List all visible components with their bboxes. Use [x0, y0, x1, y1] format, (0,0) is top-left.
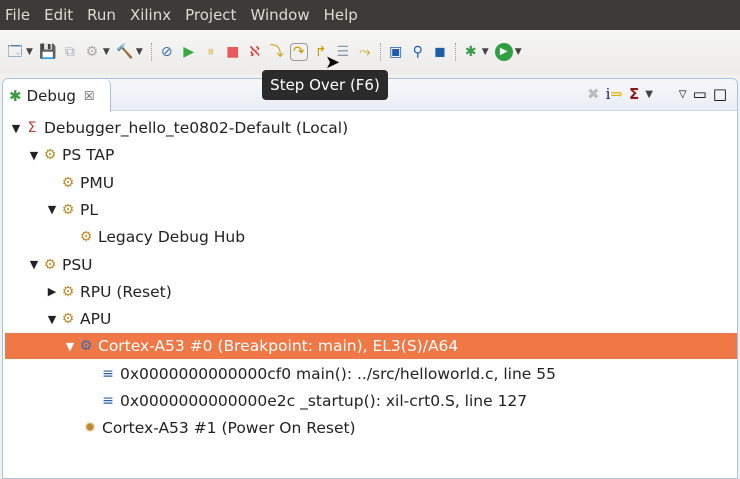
target-icon: ⚙ — [43, 256, 57, 273]
expand-arrow-icon[interactable]: ▼ — [27, 149, 41, 162]
separator — [379, 43, 381, 61]
skip-breakpoints-icon[interactable]: ⊘ — [158, 43, 176, 61]
tree-item-label: PL — [80, 200, 98, 219]
target-icon: ⚙ — [79, 229, 93, 246]
separator — [150, 43, 152, 61]
suspend-icon[interactable]: ⏸ — [202, 43, 220, 61]
menu-run[interactable]: Run — [87, 6, 116, 24]
target-icon: ⚙ — [61, 283, 75, 300]
toolbar: 🗔 ▼ 💾 ⧉ ⚙ ▼ 🔨 ▼ ⊘ ▶ ⏸ ■ ℵ ⤵ ↷ ↱ ☰ ⤳ ▣ ⚲ ◼ ✱… — [0, 30, 740, 74]
settings-icon[interactable]: ⚙ — [83, 43, 101, 61]
tree-item-label: Debugger_hello_te0802-Default (Local) — [44, 119, 349, 137]
connect-icon[interactable]: ⚲ — [409, 43, 427, 61]
console-icon[interactable]: ▣ — [387, 43, 405, 61]
build-dropdown-icon[interactable]: ▼ — [136, 47, 143, 57]
debug-view: ✱ Debug ☒ ✖ i⇒ Σ ▼ ▽ ▭ □ ▼ Σ Debugger_hell… — [2, 78, 738, 479]
new-icon[interactable]: 🗔 — [6, 43, 24, 61]
tree-item[interactable]: ≡ 0x0000000000000e2c _startup(): xil-crt0… — [5, 388, 737, 414]
tree-item[interactable]: ✹ Cortex-A53 #1 (Power On Reset) — [5, 415, 737, 441]
remove-all-terminated-icon[interactable]: ✖ — [587, 85, 600, 103]
expand-arrow-icon[interactable]: ▼ — [9, 122, 23, 135]
settings-dropdown-icon[interactable]: ▼ — [103, 47, 110, 57]
view-menu-dropdown-icon[interactable]: ▼ — [645, 89, 653, 100]
tree-item-label: PS TAP — [62, 146, 115, 165]
menu-help[interactable]: Help — [324, 6, 358, 24]
expand-arrow-icon[interactable]: ▼ — [63, 340, 77, 353]
instruction-stepping-icon[interactable]: i⇒ — [606, 85, 623, 103]
expand-arrow-icon[interactable]: ▼ — [27, 258, 41, 271]
step-over-icon[interactable]: ↷ — [289, 43, 308, 61]
stack-frame-icon: ≡ — [102, 365, 114, 382]
menu-bar: File Edit Run Xilinx Project Window Help — [0, 0, 740, 30]
use-step-filters-icon[interactable]: ⤳ — [356, 43, 374, 61]
xilinx-icon[interactable]: Σ — [629, 85, 639, 103]
menu-edit[interactable]: Edit — [44, 6, 73, 24]
disconnect-icon[interactable]: ℵ — [246, 43, 264, 61]
build-hammer-icon[interactable]: 🔨 — [116, 43, 134, 61]
target-icon: ⚙ — [61, 201, 75, 218]
separator — [454, 43, 456, 61]
tree-item[interactable]: ▶ ⚙ RPU (Reset) — [5, 279, 737, 305]
target-icon: ⚙ — [61, 174, 75, 191]
mouse-cursor-icon: ➤ — [325, 52, 341, 73]
tab-debug[interactable]: ✱ Debug ☒ — [3, 79, 111, 112]
stack-frame-icon: ≡ — [102, 393, 114, 409]
view-menu-icon[interactable]: ▽ — [679, 89, 687, 100]
save-all-icon[interactable]: ⧉ — [61, 43, 79, 61]
menu-xilinx[interactable]: Xilinx — [130, 6, 171, 24]
tree-item-label: APU — [80, 310, 112, 329]
resume-icon[interactable]: ▶ — [180, 43, 198, 61]
terminate-icon[interactable]: ■ — [224, 43, 242, 61]
menu-project[interactable]: Project — [185, 6, 236, 24]
run-dropdown-icon[interactable]: ▼ — [515, 47, 522, 57]
tooltip: Step Over (F6) — [262, 70, 388, 100]
tree-item-label: RPU (Reset) — [80, 282, 172, 301]
tree-item-label: Cortex-A53 #0 (Breakpoint: main), EL3(S)… — [98, 337, 459, 356]
tree-item[interactable]: ⚙ Legacy Debug Hub — [5, 224, 737, 250]
tab-label: Debug — [26, 86, 76, 105]
debug-bug-icon[interactable]: ✱ — [462, 43, 480, 61]
tree-item[interactable]: ▼ ⚙ PL — [5, 197, 737, 223]
tree-item[interactable]: ▼ ⚙ APU — [5, 306, 737, 332]
tree-item-label: Legacy Debug Hub — [98, 228, 246, 247]
tree-item[interactable]: ▼ ⚙ Cortex-A53 #0 (Breakpoint: main), EL3(… — [5, 333, 737, 360]
tree-item-label: PSU — [62, 255, 93, 274]
save-icon[interactable]: 💾 — [39, 43, 57, 61]
thread-suspended-icon: ⚙ — [79, 338, 93, 355]
target-icon: ⚙ — [43, 147, 57, 164]
terminal-icon[interactable]: ◼ — [431, 43, 449, 61]
tree-item[interactable]: ▼ Σ Debugger_hello_te0802-Default (Local) — [5, 115, 737, 141]
menu-window[interactable]: Window — [250, 6, 309, 24]
maximize-icon[interactable]: □ — [713, 85, 727, 103]
expand-arrow-icon[interactable]: ▼ — [45, 313, 59, 326]
tree-item-label: 0x0000000000000cf0 main(): ../src/hellow… — [120, 364, 556, 383]
minimize-icon[interactable]: ▭ — [693, 85, 707, 103]
step-into-icon[interactable]: ⤵ — [268, 43, 286, 61]
tree-item[interactable]: ⚙ PMU — [5, 170, 737, 196]
close-icon[interactable]: ☒ — [84, 89, 95, 103]
debug-dropdown-icon[interactable]: ▼ — [482, 47, 489, 57]
tree-item-label: PMU — [80, 173, 115, 192]
tree-item[interactable]: ▼ ⚙ PS TAP — [5, 142, 737, 168]
bug-icon: ✱ — [9, 86, 22, 105]
tree-item-label: Cortex-A53 #1 (Power On Reset) — [102, 419, 356, 438]
menu-file[interactable]: File — [5, 6, 30, 24]
tcf-icon: Σ — [27, 120, 37, 136]
view-toolbar: ✖ i⇒ Σ ▼ ▽ ▭ □ — [587, 85, 727, 103]
tree-item-label: 0x0000000000000e2c _startup(): xil-crt0.… — [120, 392, 528, 410]
expand-arrow-icon[interactable]: ▼ — [45, 203, 59, 216]
tree-item[interactable]: ≡ 0x0000000000000cf0 main(): ../src/hello… — [5, 361, 737, 387]
tree-item[interactable]: ▼ ⚙ PSU — [5, 252, 737, 278]
thread-icon: ✹ — [84, 420, 96, 437]
run-icon[interactable]: ▶ — [494, 43, 513, 61]
target-icon: ⚙ — [61, 311, 75, 328]
expand-arrow-icon[interactable]: ▶ — [45, 285, 59, 298]
new-dropdown-icon[interactable]: ▼ — [26, 47, 33, 57]
